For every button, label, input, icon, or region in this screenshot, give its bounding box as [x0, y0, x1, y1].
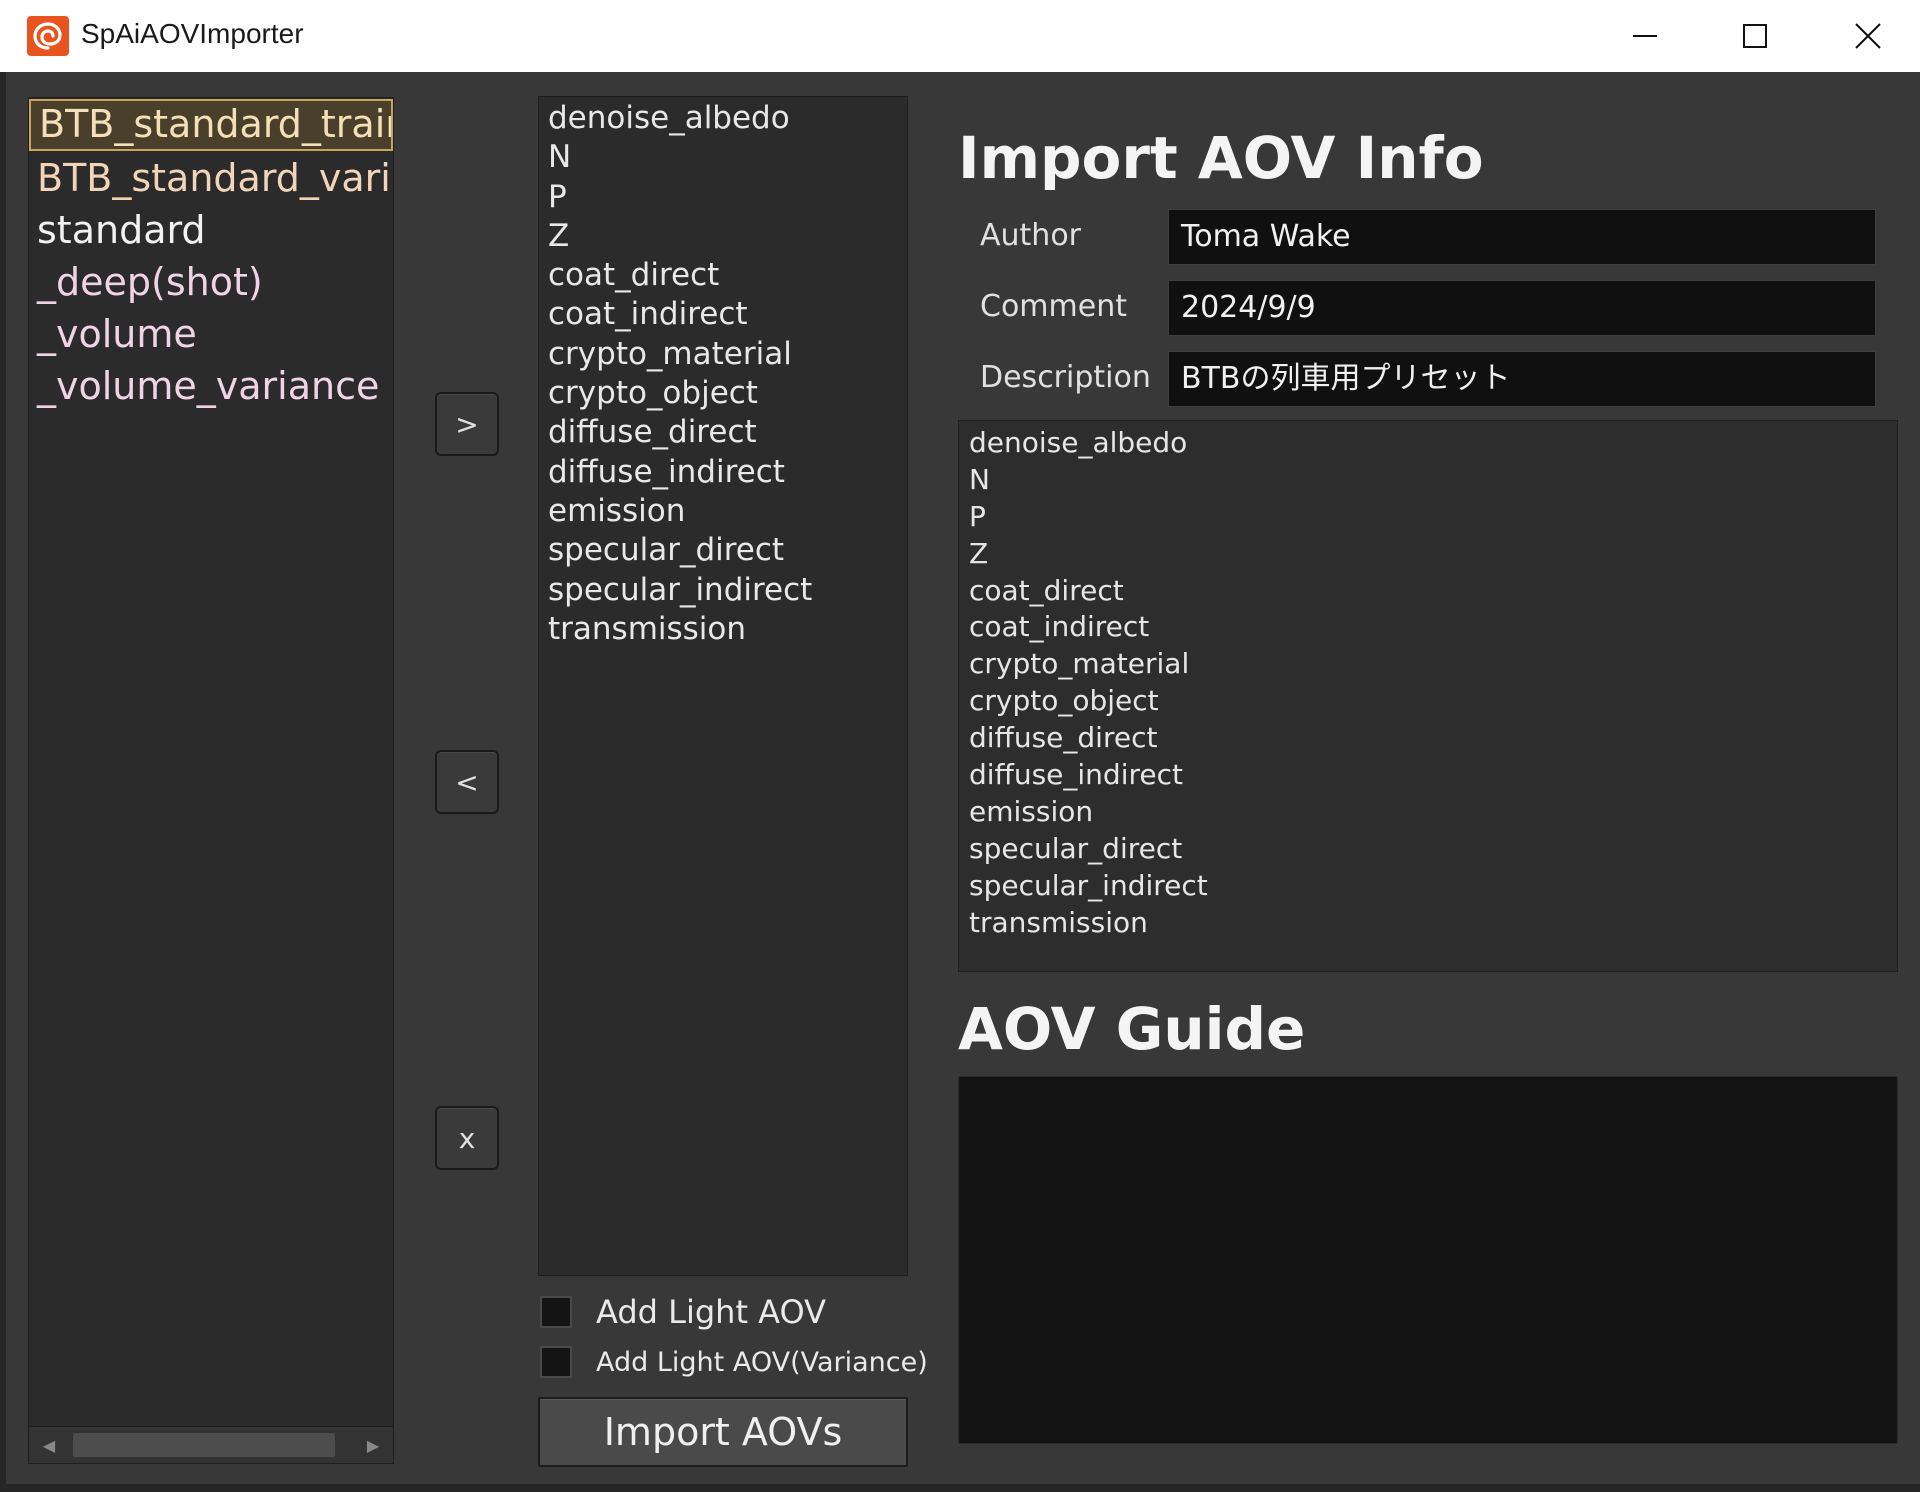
scroll-left-arrow-icon[interactable]: ◀: [29, 1427, 69, 1463]
description-field[interactable]: BTBの列車用プリセット: [1168, 351, 1876, 407]
aov-list-item[interactable]: diffuse_direct: [539, 413, 907, 452]
description-label: Description: [980, 360, 1151, 395]
add-light-aov-checkbox[interactable]: [540, 1296, 572, 1328]
houdini-swirl-icon: [27, 16, 69, 56]
info-aov-item: coat_direct: [969, 573, 1124, 607]
info-aov-item: Z: [969, 536, 989, 570]
horizontal-scrollbar[interactable]: ◀ ▶: [29, 1426, 393, 1463]
aov-list-item[interactable]: coat_indirect: [539, 295, 907, 334]
aov-list-item[interactable]: specular_direct: [539, 531, 907, 570]
info-aov-item: P: [969, 499, 986, 533]
minimize-icon: [1633, 35, 1657, 37]
info-aov-item: diffuse_indirect: [969, 758, 1183, 792]
import-aovs-button[interactable]: Import AOVs: [538, 1397, 908, 1467]
window-edge: [0, 1484, 1920, 1492]
maximize-icon: [1743, 24, 1767, 48]
aov-list-item[interactable]: emission: [539, 492, 907, 531]
preset-item[interactable]: _volume: [29, 308, 393, 360]
info-aov-item: denoise_albedo: [969, 426, 1188, 459]
add-light-aov-option[interactable]: Add Light AOV: [540, 1293, 826, 1331]
info-aov-item: crypto_object: [969, 684, 1159, 718]
close-button[interactable]: [1813, 0, 1920, 72]
clear-aov-button[interactable]: x: [435, 1106, 499, 1170]
add-light-aov-label: Add Light AOV: [596, 1293, 826, 1331]
info-aov-item: transmission: [969, 905, 1148, 939]
info-aov-item: N: [969, 462, 990, 496]
window-title: SpAiAOVImporter: [81, 18, 304, 49]
preset-item[interactable]: _volume_variance: [29, 360, 393, 412]
aov-list-item[interactable]: diffuse_indirect: [539, 453, 907, 492]
preset-item[interactable]: _deep(shot): [29, 256, 393, 308]
preset-item[interactable]: BTB_standard_variance: [29, 152, 393, 204]
scroll-right-arrow-icon[interactable]: ▶: [353, 1427, 393, 1463]
info-aov-item: emission: [969, 794, 1094, 828]
aov-list-item[interactable]: P: [539, 178, 907, 217]
info-aov-list[interactable]: denoise_albedo N P Z coat_direct coat_in…: [958, 420, 1898, 972]
close-icon: [1855, 23, 1881, 49]
aov-list-item[interactable]: transmission: [539, 610, 907, 649]
info-aov-item: coat_indirect: [969, 610, 1150, 644]
window-edge: [0, 72, 6, 1492]
aov-list-item[interactable]: coat_direct: [539, 256, 907, 295]
remove-aov-button[interactable]: <: [435, 750, 499, 814]
title-bar: SpAiAOVImporter: [0, 0, 1920, 72]
import-aov-info-heading: Import AOV Info: [958, 124, 1484, 192]
preset-item[interactable]: BTB_standard_train: [29, 99, 393, 151]
aov-list[interactable]: denoise_albedo N P Z coat_direct coat_in…: [538, 96, 908, 1276]
aov-list-item[interactable]: denoise_albedo: [539, 99, 907, 138]
aov-guide-panel: [958, 1076, 1898, 1444]
add-aov-button[interactable]: >: [435, 392, 499, 456]
author-label: Author: [980, 218, 1082, 253]
comment-label: Comment: [980, 289, 1127, 324]
minimize-button[interactable]: [1590, 0, 1700, 72]
aov-list-item[interactable]: N: [539, 138, 907, 177]
info-aov-item: crypto_material: [969, 647, 1190, 681]
scrollbar-thumb[interactable]: [73, 1433, 335, 1457]
info-aov-item: specular_indirect: [969, 868, 1208, 902]
info-aov-item: diffuse_direct: [969, 721, 1158, 755]
add-light-aov-variance-option[interactable]: Add Light AOV(Variance): [540, 1346, 928, 1378]
add-light-aov-variance-label: Add Light AOV(Variance): [596, 1346, 928, 1378]
author-field[interactable]: Toma Wake: [1168, 209, 1876, 265]
add-light-aov-variance-checkbox[interactable]: [540, 1346, 572, 1378]
info-aov-item: specular_direct: [969, 831, 1183, 865]
preset-list[interactable]: BTB_standard_train BTB_standard_variance…: [28, 97, 394, 1464]
aov-list-item[interactable]: crypto_material: [539, 335, 907, 374]
preset-item[interactable]: standard: [29, 204, 393, 256]
aov-guide-heading: AOV Guide: [958, 995, 1306, 1063]
aov-list-item[interactable]: crypto_object: [539, 374, 907, 413]
comment-field[interactable]: 2024/9/9: [1168, 280, 1876, 336]
maximize-button[interactable]: [1700, 0, 1810, 72]
aov-list-item[interactable]: Z: [539, 217, 907, 256]
aov-list-item[interactable]: specular_indirect: [539, 571, 907, 610]
